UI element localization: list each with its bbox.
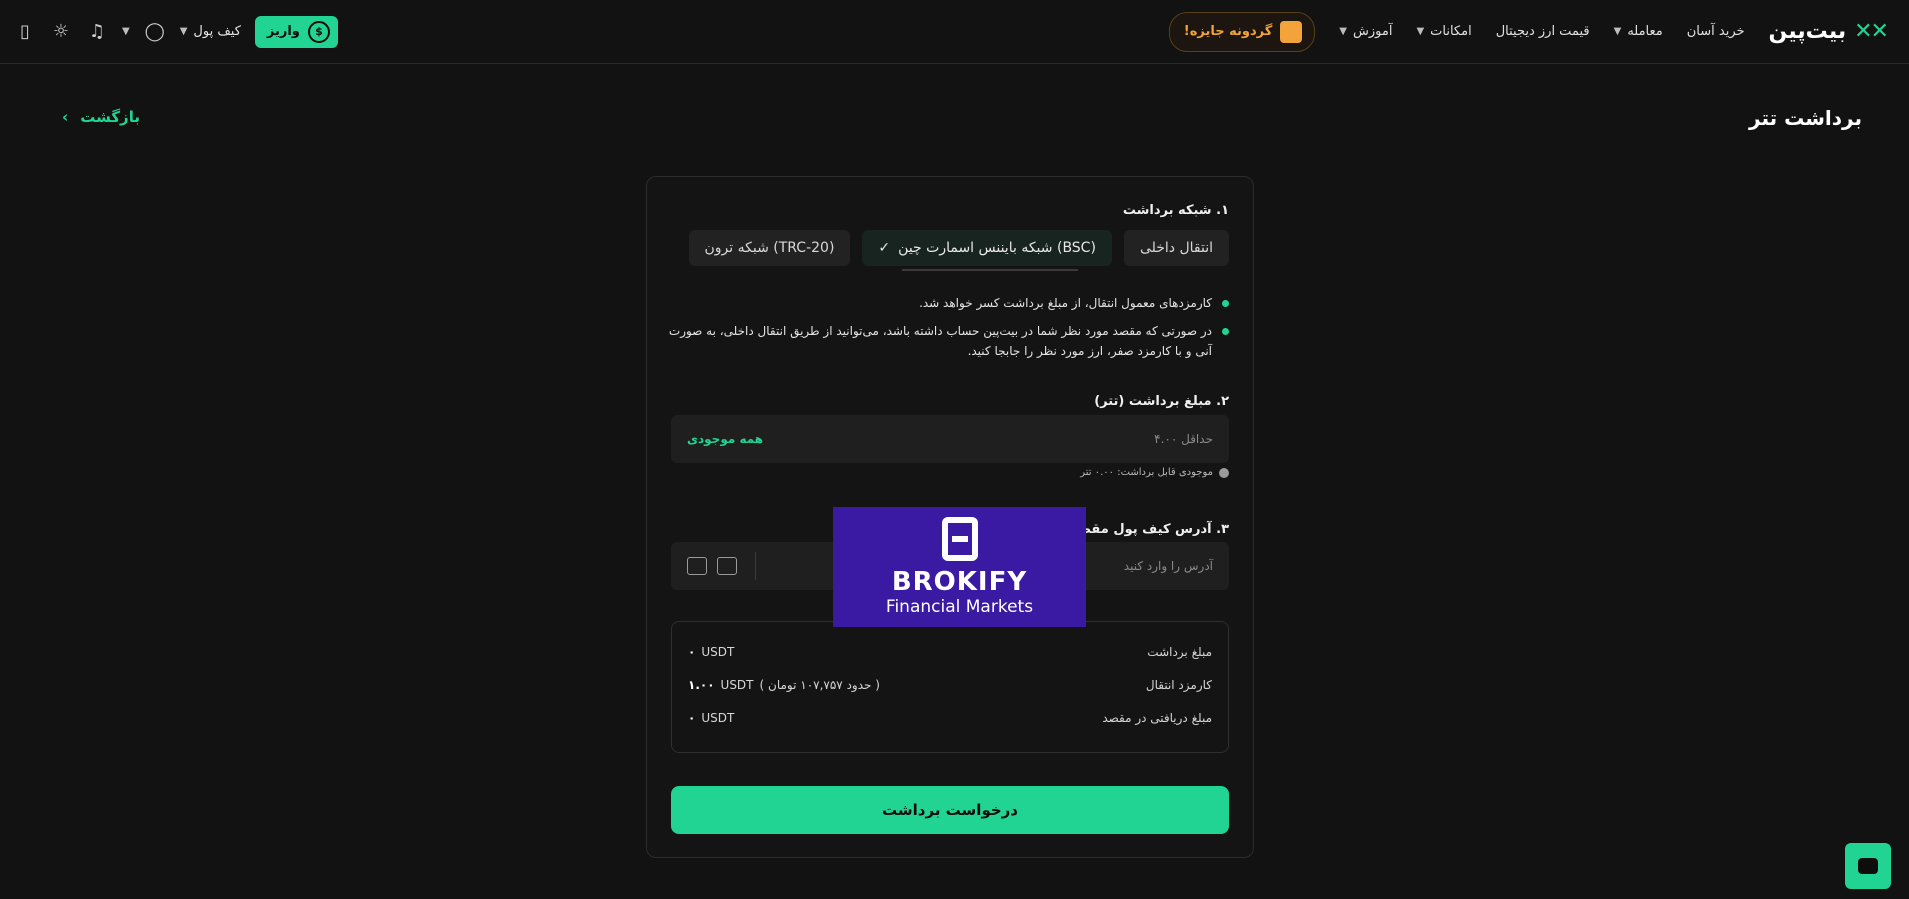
- network-scroll-indicator: [902, 269, 1078, 271]
- bullet-icon: [1222, 300, 1229, 307]
- summary-unit: USDT: [720, 678, 754, 692]
- paste-icon[interactable]: [687, 557, 707, 575]
- bullet-icon: [1222, 328, 1229, 335]
- top-bar-actions: ▯ ☼ ♫ ▼ ◯ ▼ کیف پول واریز $: [14, 15, 338, 48]
- available-balance: موجودی قابل برداشت: ۰.۰۰ تتر: [1080, 467, 1229, 478]
- user-icon[interactable]: ◯: [144, 21, 166, 43]
- list-item: در صورتی که مقصد مورد نظر شما در بیت‌پین…: [667, 321, 1229, 361]
- nav-easy-buy[interactable]: خرید آسان: [1687, 24, 1745, 39]
- support-chat-button[interactable]: [1845, 843, 1891, 889]
- summary-number: ۰: [688, 711, 696, 725]
- back-label: بازگشت: [80, 108, 140, 126]
- chevron-down-icon[interactable]: ▼: [122, 26, 130, 37]
- note-text: در صورتی که مقصد مورد نظر شما در بیت‌پین…: [668, 324, 1212, 358]
- deposit-coin-icon: $: [307, 20, 330, 43]
- logo-mark-icon: ✕✕: [1854, 19, 1889, 44]
- chat-icon: [1858, 858, 1878, 874]
- wallet-menu[interactable]: ▼ کیف پول: [180, 24, 241, 39]
- summary-box: مبلغ برداشت ۰ USDT کارمزد انتقال ۱.۰۰ USDT…: [671, 621, 1229, 753]
- note-text: کارمزدهای معمول انتقال، از مبلغ برداشت ک…: [919, 296, 1212, 310]
- notification-bell-icon[interactable]: ♫: [86, 21, 108, 43]
- theme-toggle-icon[interactable]: ☼: [50, 21, 72, 43]
- divider: [755, 552, 756, 580]
- summary-unit: USDT: [701, 711, 735, 725]
- summary-row-receive: مبلغ دریافتی در مقصد ۰ USDT: [688, 711, 1212, 725]
- summary-label: مبلغ برداشت: [1147, 645, 1212, 659]
- summary-value: ۰ USDT: [688, 711, 734, 725]
- network-options: انتقال داخلی (BSC) شبکه بایننس اسمارت چی…: [688, 230, 1229, 266]
- network-option-label: (BSC) شبکه بایننس اسمارت چین: [898, 240, 1096, 256]
- summary-number: ۰: [688, 645, 696, 659]
- brand-name: BROKIFY: [891, 567, 1028, 597]
- summary-label: مبلغ دریافتی در مقصد: [1102, 711, 1212, 725]
- nav-prices[interactable]: قیمت ارز دیجیتال: [1496, 24, 1590, 39]
- nav-trade[interactable]: معامله ▼: [1614, 24, 1663, 39]
- deposit-label: واریز: [266, 24, 300, 39]
- summary-unit: USDT: [701, 645, 735, 659]
- chevron-down-icon: ▼: [1339, 26, 1347, 37]
- amount-label: ۲. مبلغ برداشت (تتر): [1094, 394, 1229, 409]
- network-option-bsc[interactable]: (BSC) شبکه بایننس اسمارت چین ✓: [862, 230, 1112, 266]
- prize-label: گردونه جایزه!: [1183, 24, 1273, 39]
- nav-features[interactable]: امکانات ▼: [1416, 24, 1471, 39]
- mobile-app-icon[interactable]: ▯: [14, 21, 36, 43]
- summary-row-withdraw: مبلغ برداشت ۰ USDT: [688, 645, 1212, 659]
- brand-mark-icon: [941, 517, 978, 561]
- chevron-down-icon: ▼: [1613, 26, 1622, 37]
- network-option-label: (TRC-20) شبکه ترون: [704, 240, 835, 256]
- fee-note: ( حدود ۱۰۷,۷۵۷ تومان ): [759, 678, 880, 692]
- gift-box-icon: [1280, 20, 1303, 43]
- list-item: کارمزدهای معمول انتقال، از مبلغ برداشت ک…: [667, 293, 1229, 313]
- logo-text: بیت‌پین: [1768, 19, 1847, 44]
- back-link[interactable]: ‹ بازگشت: [62, 108, 140, 126]
- summary-number: ۱.۰۰: [688, 678, 715, 692]
- check-icon: ✓: [878, 240, 891, 256]
- network-option-trc20[interactable]: (TRC-20) شبکه ترون: [688, 230, 851, 266]
- nav-label: امکانات: [1430, 24, 1472, 39]
- logo[interactable]: بیت‌پین ✕✕: [1768, 19, 1889, 44]
- summary-value: ۰ USDT: [688, 645, 734, 659]
- brand-subtitle: Financial Markets: [885, 597, 1034, 617]
- chevron-left-icon: ‹: [62, 108, 69, 126]
- network-option-internal[interactable]: انتقال داخلی: [1123, 230, 1229, 266]
- available-balance-text: موجودی قابل برداشت: ۰.۰۰ تتر: [1080, 467, 1213, 478]
- nav-label: معامله: [1627, 24, 1663, 39]
- chevron-down-icon: ▼: [179, 26, 188, 37]
- brand-overlay-logo: BROKIFY Financial Markets: [833, 507, 1086, 627]
- nav-label: خرید آسان: [1686, 24, 1745, 39]
- summary-value: ۱.۰۰ USDT ( حدود ۱۰۷,۷۵۷ تومان ): [688, 678, 880, 692]
- summary-row-fee: کارمزد انتقال ۱.۰۰ USDT ( حدود ۱۰۷,۷۵۷ توم…: [688, 678, 1212, 692]
- network-option-label: انتقال داخلی: [1139, 240, 1213, 256]
- address-placeholder: آدرس را وارد کنید: [1123, 559, 1213, 573]
- deposit-button[interactable]: واریز $: [254, 15, 338, 48]
- address-label: ۳. آدرس کیف پول مقصد: [1071, 522, 1229, 537]
- summary-label: کارمزد انتقال: [1145, 678, 1212, 692]
- top-bar-nav: بیت‌پین ✕✕ خرید آسان معامله ▼ قیمت ارز دی…: [1168, 11, 1889, 52]
- prize-wheel-button[interactable]: گردونه جایزه!: [1168, 11, 1316, 52]
- all-balance-button[interactable]: همه موجودی: [687, 432, 763, 446]
- submit-withdraw-button[interactable]: درخواست برداشت: [671, 786, 1229, 834]
- wallet-label: کیف پول: [193, 24, 241, 39]
- nav-label: قیمت ارز دیجیتال: [1495, 24, 1590, 39]
- address-actions: [687, 552, 756, 580]
- nav-learn[interactable]: آموزش ▼: [1339, 24, 1392, 39]
- network-label: ۱. شبکه برداشت: [1122, 203, 1229, 218]
- info-icon: [1219, 467, 1229, 478]
- chevron-down-icon: ▼: [1416, 26, 1425, 37]
- page-title: برداشت تتر: [1749, 106, 1862, 130]
- address-book-icon[interactable]: [717, 557, 737, 575]
- amount-field[interactable]: حداقل ۴.۰۰ همه موجودی: [671, 415, 1229, 463]
- amount-placeholder: حداقل ۴.۰۰: [1154, 432, 1213, 446]
- top-bar: ▯ ☼ ♫ ▼ ◯ ▼ کیف پول واریز $ بیت‌پین ✕✕ خ…: [0, 0, 1909, 64]
- nav-label: آموزش: [1353, 24, 1393, 39]
- notes-list: کارمزدهای معمول انتقال، از مبلغ برداشت ک…: [667, 293, 1229, 369]
